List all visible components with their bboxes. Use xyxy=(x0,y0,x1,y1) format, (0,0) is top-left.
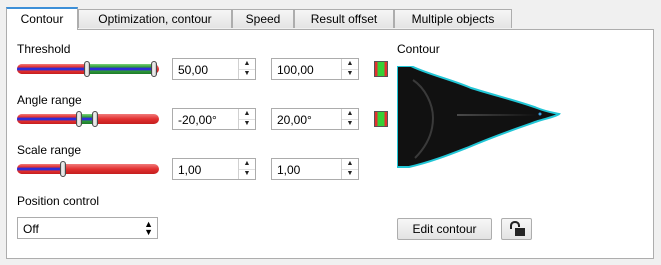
scale-max-spinbox[interactable]: 1,00 ▲ ▼ xyxy=(271,158,359,180)
spin-down-icon[interactable]: ▼ xyxy=(239,119,255,129)
edit-contour-button[interactable]: Edit contour xyxy=(397,218,492,240)
angle-range-label: Angle range xyxy=(17,93,82,107)
angle-min-thumb[interactable] xyxy=(76,111,82,127)
threshold-max-value: 100,00 xyxy=(277,63,314,77)
contour-label: Contour xyxy=(397,42,440,56)
threshold-min-thumb[interactable] xyxy=(84,61,90,77)
angle-color-indicator-icon xyxy=(374,111,388,127)
lock-button[interactable] xyxy=(501,218,532,240)
angle-track-left xyxy=(17,114,79,124)
scale-min-spinbox[interactable]: 1,00 ▲ ▼ xyxy=(172,158,256,180)
tab-contour[interactable]: Contour xyxy=(6,7,78,30)
angle-max-thumb[interactable] xyxy=(92,111,98,127)
threshold-max-spinbox[interactable]: 100,00 ▲ ▼ xyxy=(271,58,359,80)
threshold-slider[interactable] xyxy=(17,61,159,77)
scale-range-label: Scale range xyxy=(17,143,82,157)
spin-down-icon[interactable]: ▼ xyxy=(239,169,255,179)
angle-min-value: -20,00° xyxy=(178,113,217,127)
position-control-select[interactable]: Off ▲ ▼ xyxy=(17,217,158,239)
scale-min-value: 1,00 xyxy=(178,163,202,177)
contour-preview-image xyxy=(397,66,561,168)
position-control-value: Off xyxy=(23,222,39,236)
threshold-color-indicator-icon xyxy=(374,61,388,77)
spin-down-icon[interactable]: ▼ xyxy=(342,119,358,129)
threshold-min-spinbox[interactable]: 50,00 ▲ ▼ xyxy=(172,58,256,80)
scale-max-value: 1,00 xyxy=(277,163,301,177)
spin-down-icon[interactable]: ▼ xyxy=(239,69,255,79)
threshold-max-thumb[interactable] xyxy=(151,61,157,77)
threshold-min-value: 50,00 xyxy=(178,63,209,77)
scale-thumb[interactable] xyxy=(60,161,66,177)
threshold-track-range xyxy=(87,64,156,74)
position-control-label: Position control xyxy=(17,194,100,208)
threshold-label: Threshold xyxy=(17,42,71,56)
angle-min-spinbox[interactable]: -20,00° ▲ ▼ xyxy=(172,108,256,130)
scale-track-left xyxy=(17,164,63,174)
angle-max-value: 20,00° xyxy=(277,113,312,127)
threshold-track-left xyxy=(17,64,87,74)
spin-down-icon[interactable]: ▼ xyxy=(342,169,358,179)
tab-optimization-contour[interactable]: Optimization, contour xyxy=(78,9,232,28)
tab-result-offset[interactable]: Result offset xyxy=(294,9,394,28)
angle-range-slider[interactable] xyxy=(17,111,159,127)
updown-arrows-icon: ▲ ▼ xyxy=(144,219,153,237)
spin-down-icon[interactable]: ▼ xyxy=(342,69,358,79)
tab-speed[interactable]: Speed xyxy=(232,9,294,28)
angle-max-spinbox[interactable]: 20,00° ▲ ▼ xyxy=(271,108,359,130)
tab-multiple-objects[interactable]: Multiple objects xyxy=(394,9,512,28)
scale-range-slider[interactable] xyxy=(17,161,159,177)
unlock-icon xyxy=(509,220,525,236)
